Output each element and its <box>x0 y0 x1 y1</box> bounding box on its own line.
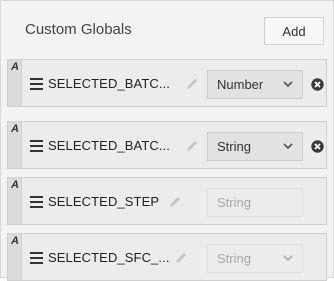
panel-title: Custom Globals <box>25 21 132 38</box>
global-row: A SELECTED_SFC_... String <box>7 233 327 281</box>
pencil-icon[interactable] <box>168 195 182 209</box>
type-select-value: String <box>217 251 251 266</box>
remove-circle-icon[interactable] <box>311 140 324 153</box>
global-row: A SELECTED_BATC... String <box>7 121 327 169</box>
global-row: A SELECTED_STEP String <box>7 177 327 225</box>
remove-circle-icon[interactable] <box>311 78 324 91</box>
panel-header: Custom Globals Add <box>1 1 333 59</box>
attribute-badge: A <box>8 178 22 224</box>
global-name: SELECTED_SFC_... <box>48 250 170 265</box>
global-row: A SELECTED_BATC... Number <box>7 59 327 107</box>
drag-handle-icon[interactable] <box>30 252 43 264</box>
custom-globals-panel: Custom Globals Add A SELECTED_BATC... Nu… <box>0 0 334 281</box>
chevron-down-icon <box>283 143 293 150</box>
chevron-down-icon <box>283 81 293 88</box>
pencil-icon[interactable] <box>174 251 188 265</box>
drag-handle-icon[interactable] <box>30 196 43 208</box>
drag-handle-icon[interactable] <box>30 140 43 152</box>
attribute-badge: A <box>8 234 22 280</box>
pencil-icon[interactable] <box>185 139 199 153</box>
global-name: SELECTED_BATC... <box>48 138 171 153</box>
add-button[interactable]: Add <box>264 17 324 45</box>
chevron-down-icon <box>283 255 293 262</box>
type-select-value: String <box>217 195 251 210</box>
attribute-badge: A <box>8 60 22 106</box>
type-select[interactable]: String <box>207 132 303 161</box>
global-name: SELECTED_BATC... <box>48 76 171 91</box>
attribute-badge: A <box>8 122 22 168</box>
type-select[interactable]: String <box>207 244 303 273</box>
type-select[interactable]: String <box>207 188 303 217</box>
drag-handle-icon[interactable] <box>30 78 43 90</box>
global-name: SELECTED_STEP <box>48 194 160 209</box>
type-select-value: Number <box>217 77 264 92</box>
pencil-icon[interactable] <box>185 77 199 91</box>
type-select-value: String <box>217 139 251 154</box>
type-select[interactable]: Number <box>207 70 303 99</box>
